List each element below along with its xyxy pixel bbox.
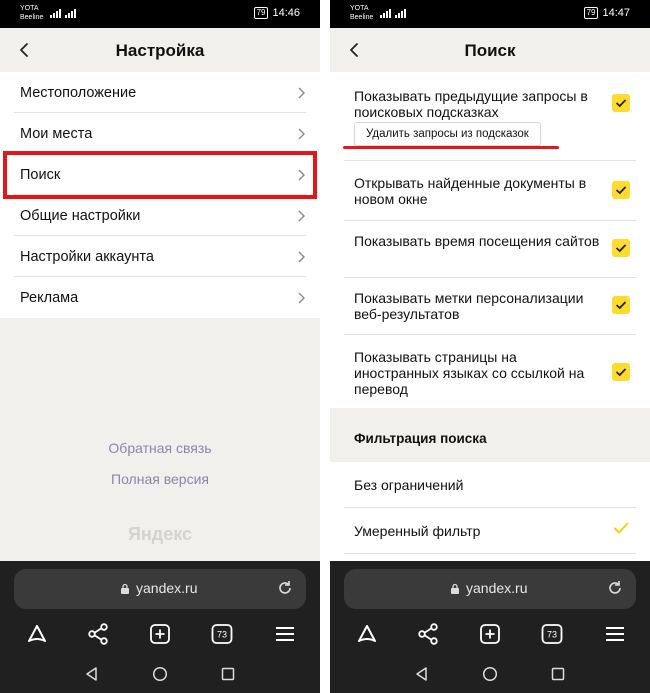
clock: 14:46: [272, 7, 300, 19]
feedback-link[interactable]: Обратная связь: [0, 440, 320, 456]
battery-icon: 79: [583, 7, 599, 19]
check-icon: [615, 186, 627, 195]
full-version-link[interactable]: Полная версия: [0, 471, 320, 487]
signal-icon: [50, 8, 76, 18]
lock-icon: [121, 583, 129, 594]
checkbox[interactable]: [612, 94, 630, 112]
chevron-right-icon: [298, 292, 305, 304]
search-settings-list: Показывать предыдущие запросы в поисковы…: [330, 72, 650, 410]
tabs-icon[interactable]: 73: [539, 621, 565, 647]
checkbox[interactable]: [612, 296, 630, 314]
menu-icon[interactable]: [602, 621, 628, 647]
checkbox[interactable]: [612, 363, 630, 381]
menu-item-general[interactable]: Общие настройки: [14, 195, 306, 236]
share-icon[interactable]: [415, 621, 441, 647]
tabs-count: 73: [547, 630, 557, 640]
section-title: Фильтрация поиска: [354, 431, 487, 446]
footer-area: Обратная связь Полная версия Яндекс: [0, 318, 320, 561]
alice-icon[interactable]: [24, 621, 50, 647]
menu-item-label: Общие настройки: [20, 208, 141, 224]
page-title: Настройка: [115, 41, 205, 60]
chevron-right-icon: [298, 128, 305, 140]
system-recents-icon[interactable]: [220, 666, 236, 682]
tabs-count: 73: [217, 630, 227, 640]
check-icon: [615, 368, 627, 377]
check-icon: [615, 99, 627, 108]
battery-icon: 79: [253, 7, 269, 19]
filter-label: Без ограничений: [354, 477, 464, 493]
filter-label: Умеренный фильтр: [354, 523, 481, 539]
menu-item-account[interactable]: Настройки аккаунта: [14, 236, 306, 277]
carrier-label: YOTA Beeline: [350, 5, 374, 21]
menu-item-label: Мои места: [20, 126, 93, 142]
checkbox[interactable]: [612, 181, 630, 199]
system-back-icon[interactable]: [84, 666, 100, 682]
filter-option-moderate[interactable]: Умеренный фильтр: [344, 508, 636, 554]
right-screen: YOTA Beeline 79 14:47 Поиск Показывать п…: [330, 0, 650, 693]
menu-item-label: Настройки аккаунта: [20, 249, 154, 265]
setting-label: Показывать предыдущие запросы в поисковы…: [354, 88, 588, 120]
browser-toolbar: yandex.ru 73: [330, 561, 650, 693]
address-bar[interactable]: yandex.ru: [344, 569, 636, 609]
clear-suggestions-button[interactable]: Удалить запросы из подсказок: [354, 122, 541, 146]
filter-option-no-limits[interactable]: Без ограничений: [344, 462, 636, 508]
clock: 14:47: [602, 7, 630, 19]
new-tab-icon[interactable]: [477, 621, 503, 647]
address-bar[interactable]: yandex.ru: [14, 569, 306, 609]
setting-label: Показывать страницы на иностранных языка…: [354, 349, 585, 397]
setting-row-personalization[interactable]: Показывать метки персонализации веб-резу…: [344, 278, 636, 335]
lock-icon: [451, 583, 459, 594]
check-icon: [615, 244, 627, 253]
check-icon: [614, 522, 629, 534]
highlight-annotation: [3, 151, 317, 199]
menu-item-location[interactable]: Местоположение: [14, 72, 306, 113]
new-tab-icon[interactable]: [147, 621, 173, 647]
check-icon: [615, 301, 627, 310]
share-icon[interactable]: [85, 621, 111, 647]
url-text: yandex.ru: [466, 580, 528, 596]
menu-item-label: Местоположение: [20, 85, 137, 101]
alice-icon[interactable]: [354, 621, 380, 647]
filter-options: Без ограничений Умеренный фильтр: [330, 462, 650, 561]
menu-icon[interactable]: [272, 621, 298, 647]
page-title: Поиск: [464, 41, 516, 60]
setting-row-new-window[interactable]: Открывать найденные документы в новом ок…: [344, 161, 636, 221]
header: Поиск: [330, 28, 650, 72]
carrier-label: YOTA Beeline: [20, 5, 44, 21]
reload-icon[interactable]: [606, 579, 624, 597]
signal-icon: [380, 8, 406, 18]
menu-item-ads[interactable]: Реклама: [14, 277, 306, 318]
yandex-logo: Яндекс: [127, 524, 193, 544]
setting-label: Показывать время посещения сайтов: [354, 233, 600, 249]
menu-item-label: Реклама: [20, 290, 79, 306]
setting-label: Открывать найденные документы в новом ок…: [354, 175, 587, 207]
chevron-right-icon: [298, 87, 305, 99]
system-recents-icon[interactable]: [550, 666, 566, 682]
underline-annotation: [343, 146, 559, 149]
chevron-right-icon: [298, 251, 305, 263]
setting-label: Показывать метки персонализации веб-резу…: [354, 290, 584, 322]
section-header: Фильтрация поиска: [330, 408, 650, 462]
header: Настройка: [0, 28, 320, 72]
system-home-icon[interactable]: [152, 666, 168, 682]
left-screen: YOTA Beeline 79 14:46 Настройка Местопол…: [0, 0, 320, 693]
chevron-right-icon: [298, 210, 305, 222]
system-back-icon[interactable]: [414, 666, 430, 682]
tabs-icon[interactable]: 73: [209, 621, 235, 647]
reload-icon[interactable]: [276, 579, 294, 597]
status-bar: YOTA Beeline 79 14:47: [330, 0, 650, 28]
setting-row-visit-time[interactable]: Показывать время посещения сайтов: [344, 221, 636, 278]
menu-item-my-places[interactable]: Мои места: [14, 113, 306, 154]
browser-toolbar: yandex.ru 73: [0, 561, 320, 693]
setting-row-foreign-pages[interactable]: Показывать страницы на иностранных языка…: [344, 335, 636, 410]
system-home-icon[interactable]: [482, 666, 498, 682]
checkbox[interactable]: [612, 239, 630, 257]
status-bar: YOTA Beeline 79 14:46: [0, 0, 320, 28]
url-text: yandex.ru: [136, 580, 198, 596]
